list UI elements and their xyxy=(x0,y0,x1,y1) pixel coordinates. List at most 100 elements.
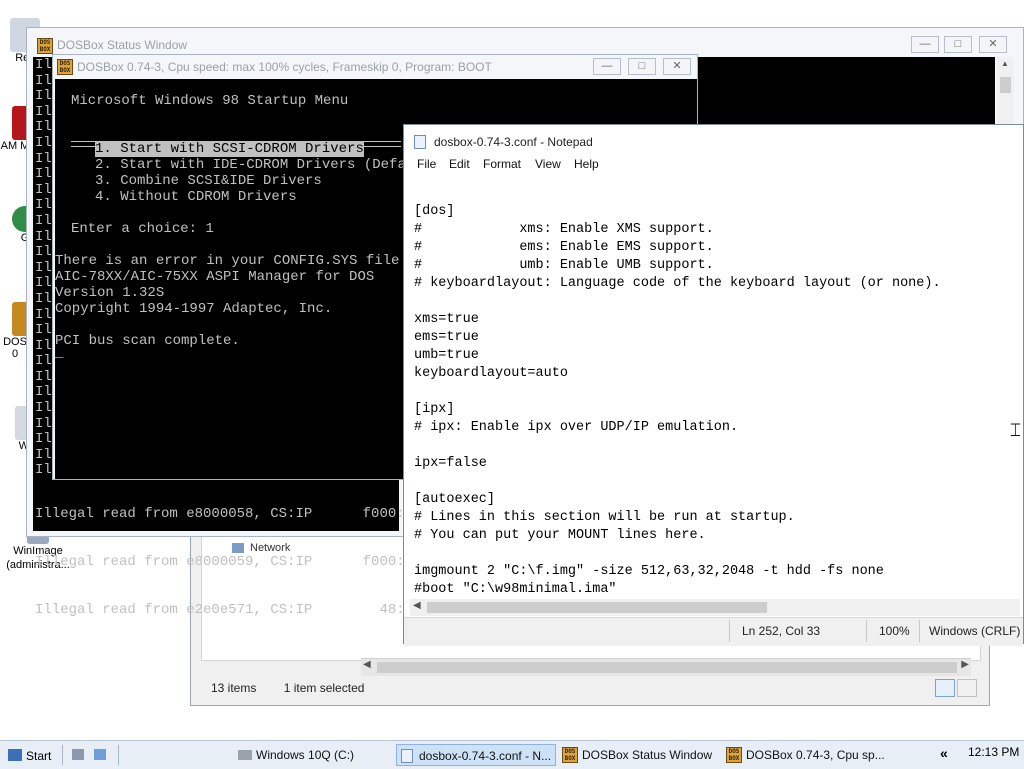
show-desktop-icon[interactable] xyxy=(72,749,84,760)
maximize-button[interactable]: □ xyxy=(628,58,656,75)
taskbar-item-status-window[interactable]: DOS BOX DOSBox Status Window xyxy=(560,744,718,766)
dos-message: There is an error in your CONFIG.SYS fil… xyxy=(55,253,425,269)
status-separator xyxy=(729,620,730,642)
menu-view[interactable]: View xyxy=(535,157,561,171)
menu-option-1[interactable]: 1. Start with SCSI-CDROM Drivers xyxy=(95,141,364,157)
show-hidden-icons-chevron-icon[interactable]: « xyxy=(940,745,956,761)
taskbar-clock[interactable]: 12:13 PM xyxy=(968,745,1019,759)
editor-line: ems=true xyxy=(414,330,479,345)
status-separator xyxy=(919,620,920,642)
explorer-horizontal-scrollbar[interactable]: ◀ ▶ xyxy=(361,658,971,676)
editor-line: ipx=false xyxy=(414,456,487,471)
editor-line: # ems: Enable EMS support. xyxy=(414,240,714,255)
illegal-prefix: Il xyxy=(35,353,52,370)
illegal-prefix: Il xyxy=(35,57,52,73)
editor-line: keyboardlayout=auto xyxy=(414,366,568,381)
taskbar-separator xyxy=(62,745,63,765)
illegal-prefix: Il xyxy=(35,134,52,151)
menu-option-2[interactable]: 2. Start with IDE-CDROM Drivers (Defau xyxy=(95,157,414,173)
scroll-up-icon[interactable]: ▲ xyxy=(1001,59,1009,68)
start-button[interactable]: Start xyxy=(4,745,52,767)
start-label: Start xyxy=(26,749,52,763)
menu-edit[interactable]: Edit xyxy=(449,157,470,171)
taskbar-item-label: dosbox-0.74-3.conf - N... xyxy=(419,749,552,763)
taskbar-item-notepad[interactable]: dosbox-0.74-3.conf - N... xyxy=(396,744,556,766)
notepad-titlebar[interactable]: dosbox-0.74-3.conf - Notepad xyxy=(404,125,1023,155)
drive-icon xyxy=(238,750,252,760)
status-separator xyxy=(866,620,867,642)
illegal-prefix: Il xyxy=(35,400,52,417)
illegal-prefix: Il xyxy=(35,119,52,136)
taskbar: Start Windows 10Q (C:) dosbox-0.74-3.con… xyxy=(0,740,1024,769)
illegal-prefix: Il xyxy=(35,197,52,214)
scroll-left-icon[interactable]: ◀ xyxy=(363,659,371,670)
illegal-prefix: Il xyxy=(35,259,52,276)
maximize-button[interactable]: □ xyxy=(944,36,972,53)
editor-line: xms=true xyxy=(414,312,479,327)
taskbar-item-dosbox[interactable]: DOS BOX DOSBox 0.74-3, Cpu sp... xyxy=(724,744,894,766)
scrollbar-thumb[interactable] xyxy=(377,662,957,673)
illegal-read-line: Illegal read from e8000059, CS:IP f000: xyxy=(35,554,405,570)
dosbox-icon: DOS BOX xyxy=(57,59,73,75)
menu-file[interactable]: File xyxy=(417,157,436,171)
details-view-button[interactable] xyxy=(935,679,955,697)
illegal-prefix: Il xyxy=(35,228,52,245)
editor-line: # umb: Enable UMB support. xyxy=(414,258,714,273)
minimize-button[interactable]: — xyxy=(593,58,621,75)
dos-message: Version 1.32S xyxy=(55,285,165,301)
dos-cursor: _ xyxy=(55,345,64,361)
editor-line: # xms: Enable XMS support. xyxy=(414,222,714,237)
dosbox-titlebar[interactable]: DOS BOX DOSBox 0.74-3, Cpu speed: max 10… xyxy=(53,55,697,79)
menu-format[interactable]: Format xyxy=(483,157,521,171)
minimize-button[interactable]: — xyxy=(911,36,939,53)
taskbar-item-label: DOSBox Status Window xyxy=(582,748,713,762)
notepad-horizontal-scrollbar[interactable]: ◀ xyxy=(410,599,1020,616)
editor-line: imgmount 2 "C:\f.img" -size 512,63,32,20… xyxy=(414,564,884,579)
status-vertical-scrollbar[interactable]: ▲ xyxy=(997,57,1014,127)
dosbox-icon: DOS BOX xyxy=(37,38,53,54)
dosbox-icon: DOS BOX xyxy=(562,747,578,763)
scroll-right-icon[interactable]: ▶ xyxy=(961,659,969,670)
scrollbar-thumb[interactable] xyxy=(1000,77,1011,93)
editor-line: [ipx] xyxy=(414,402,455,417)
taskbar-item-windows-drive[interactable]: Windows 10Q (C:) xyxy=(234,744,384,766)
illegal-prefix: Il xyxy=(35,337,52,354)
editor-line: # Lines in this section will be run at s… xyxy=(414,510,795,525)
illegal-prefix: Il xyxy=(35,431,52,448)
illegal-prefix: Il xyxy=(35,103,52,120)
cursor-position: Ln 252, Col 33 xyxy=(742,624,821,638)
illegal-read-line: Illegal read from e2e0e571, CS:IP 48: xyxy=(35,602,405,618)
illegal-read-line: Illegal read from e8000058, CS:IP f000: xyxy=(35,506,405,522)
dos-message: AIC-78XX/AIC-75XX ASPI Manager for DOS xyxy=(55,269,375,285)
editor-line: [autoexec] xyxy=(414,492,496,507)
scrollbar-thumb[interactable] xyxy=(427,602,767,613)
illegal-prefix: Il xyxy=(35,181,52,198)
quick-launch-icon[interactable] xyxy=(94,749,106,760)
notepad-menubar: File Edit Format View Help xyxy=(404,155,1023,177)
illegal-prefix: Il xyxy=(35,446,52,463)
close-button[interactable]: ✕ xyxy=(663,58,691,75)
close-button[interactable]: ✕ xyxy=(979,36,1007,53)
notepad-text-area[interactable]: [dos] # xms: Enable XMS support. # ems: En… xyxy=(414,185,1023,597)
large-icons-view-button[interactable] xyxy=(957,679,977,697)
zoom-level: 100% xyxy=(879,624,910,638)
menu-option-4[interactable]: 4. Without CDROM Drivers xyxy=(95,189,297,205)
menu-option-3[interactable]: 3. Combine SCSI&IDE Drivers xyxy=(95,173,322,189)
notepad-window[interactable]: dosbox-0.74-3.conf - Notepad File Edit F… xyxy=(403,124,1024,646)
editor-line: # You can put your MOUNT lines here. xyxy=(414,528,706,543)
scroll-left-icon[interactable]: ◀ xyxy=(413,600,421,611)
illegal-prefix: Il xyxy=(35,88,52,105)
startup-menu-title: Microsoft Windows 98 Startup Menu xyxy=(71,93,349,109)
editor-line: # keyboardlayout: Language code of the k… xyxy=(414,276,941,291)
menu-help[interactable]: Help xyxy=(574,157,599,171)
taskbar-item-label: Windows 10Q (C:) xyxy=(256,748,355,762)
notepad-title: dosbox-0.74-3.conf - Notepad xyxy=(434,135,593,149)
choice-prompt: Enter a choice: 1 xyxy=(71,221,214,237)
illegal-prefix: Il xyxy=(35,244,52,261)
windows-logo-icon xyxy=(8,749,22,761)
illegal-prefix: Il xyxy=(35,384,52,401)
